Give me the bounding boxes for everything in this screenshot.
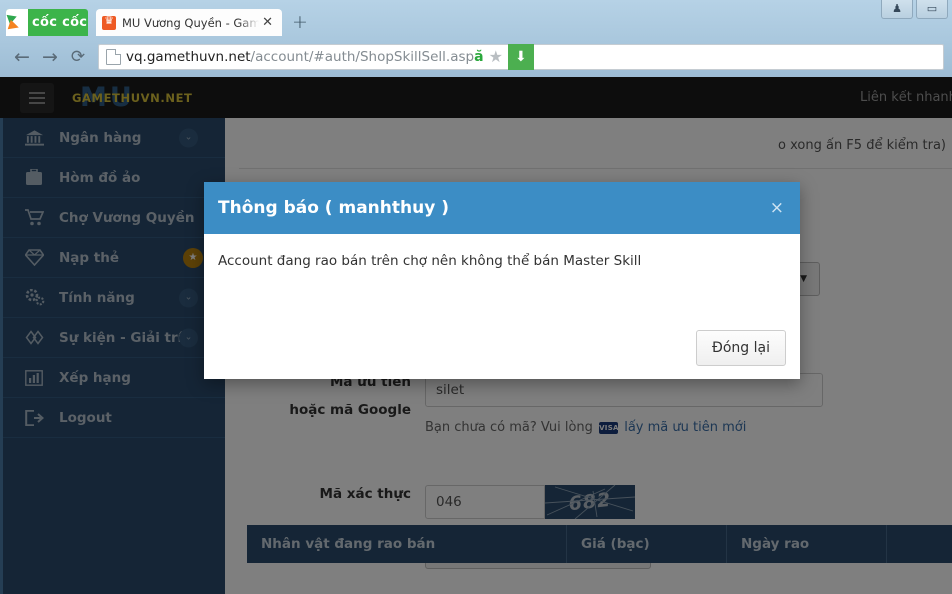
url-text: vq.gamethuvn.net/account/#auth/ShopSkill… xyxy=(126,49,474,65)
bookmark-star-icon[interactable]: ★ xyxy=(489,49,503,65)
browser-chrome: cốc cốc MU Vương Quyền - Gamet ✕ + ♟ ▭ ←… xyxy=(0,0,952,77)
close-icon[interactable]: ✕ xyxy=(259,16,276,29)
account-button[interactable]: ♟ xyxy=(881,0,913,19)
back-button[interactable]: ← xyxy=(8,43,36,71)
window-buttons: ♟ ▭ xyxy=(881,0,948,19)
new-tab-button[interactable]: + xyxy=(290,13,310,33)
coccoc-mark-icon xyxy=(6,9,28,36)
url-domain: vq.gamethuvn.net xyxy=(126,49,251,65)
crown-icon xyxy=(102,16,116,30)
url-path: /account/#auth/ShopSkillSell.asp xyxy=(251,49,475,65)
forward-button[interactable]: → xyxy=(36,43,64,71)
page-viewport: MU GAMETHUVN.NET Liên kết nhanh Ngân hàn… xyxy=(0,77,952,594)
vietnamese-accent-icon[interactable]: ă xyxy=(474,50,483,64)
browser-toolbar: ← → ⟳ vq.gamethuvn.net/account/#auth/Sho… xyxy=(0,36,952,77)
address-bar[interactable]: vq.gamethuvn.net/account/#auth/ShopSkill… xyxy=(98,44,944,70)
notification-modal: Thông báo ( manhthuy ) × Account đang ra… xyxy=(204,182,800,379)
minimize-icon: ▭ xyxy=(917,1,947,17)
modal-header: Thông báo ( manhthuy ) × xyxy=(204,182,800,234)
modal-footer: Đóng lại xyxy=(696,330,786,366)
reload-button[interactable]: ⟳ xyxy=(64,43,92,71)
page-info-icon[interactable] xyxy=(106,49,121,65)
download-icon[interactable]: ⬇ xyxy=(508,44,534,70)
address-bar-icons: ă ★ ⬇ xyxy=(474,44,532,70)
tab-strip: cốc cốc MU Vương Quyền - Gamet ✕ + ♟ ▭ xyxy=(0,0,952,36)
close-icon[interactable]: × xyxy=(768,196,786,221)
coccoc-logo-text: cốc cốc xyxy=(28,15,87,30)
modal-message: Account đang rao bán trên chợ nên không … xyxy=(204,234,800,269)
tab-title: MU Vương Quyền - Gamet xyxy=(122,16,259,30)
modal-close-button[interactable]: Đóng lại xyxy=(696,330,786,366)
coccoc-logo[interactable]: cốc cốc xyxy=(6,9,88,36)
minimize-button[interactable]: ▭ xyxy=(916,0,948,19)
browser-tab[interactable]: MU Vương Quyền - Gamet ✕ xyxy=(96,9,282,36)
person-icon: ♟ xyxy=(882,1,912,17)
modal-title: Thông báo ( manhthuy ) xyxy=(218,198,449,218)
